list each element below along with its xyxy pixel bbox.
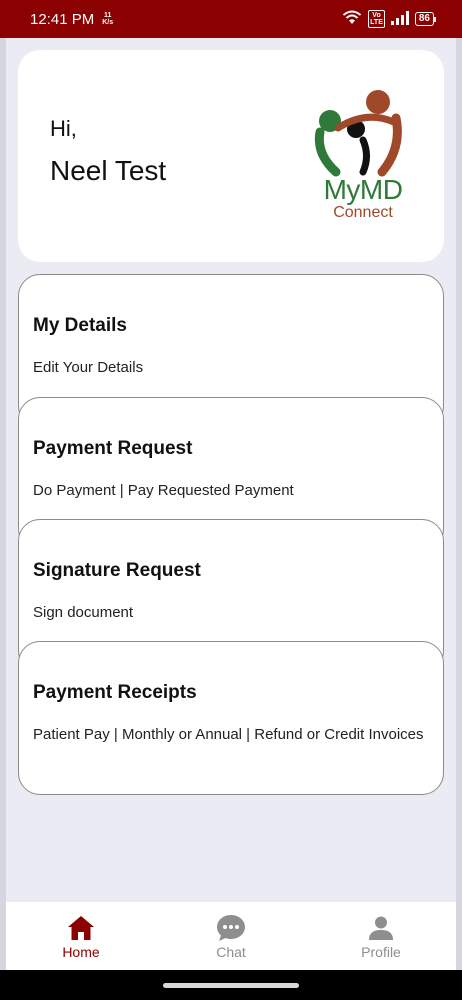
nav-home[interactable]: Home (31, 913, 131, 960)
nav-profile[interactable]: Profile (331, 913, 431, 960)
network-speed-value: 11 (103, 12, 112, 19)
chat-icon (216, 913, 246, 943)
battery-tip (434, 16, 436, 22)
network-speed: 11 K/s (102, 12, 113, 26)
profile-icon (366, 913, 396, 943)
gesture-handle[interactable] (163, 983, 299, 988)
logo-text-main: MyMD (323, 174, 403, 205)
menu-card-subtitle: Edit Your Details (33, 359, 144, 376)
status-bar: 12:41 PM 11 K/s Vo LTE 86 (0, 0, 462, 38)
mymd-connect-logo: MyMD Connect (308, 88, 418, 228)
user-name: Neel Test (50, 155, 167, 186)
volte-top: Vo (372, 12, 381, 19)
nav-profile-label: Profile (361, 943, 401, 960)
bottom-nav: Home Chat Profile (6, 902, 456, 970)
menu-card-subtitle: Sign document (33, 604, 134, 621)
nav-home-label: Home (62, 943, 100, 960)
menu-card-title: Signature Request (33, 560, 201, 581)
header-card: Hi, Neel Test MyMD Connect (18, 50, 444, 262)
nav-chat-label: Chat (216, 943, 246, 960)
status-time: 12:41 PM (30, 10, 95, 28)
logo-figures-icon (314, 90, 402, 177)
signal-icon (390, 10, 409, 29)
battery-level: 86 (414, 12, 434, 26)
home-icon (66, 913, 96, 943)
status-left: 12:41 PM 11 K/s (30, 11, 113, 28)
menu-card-title: My Details (33, 315, 127, 336)
menu-card-subtitle: Patient Pay | Monthly or Annual | Refund… (33, 726, 424, 743)
battery-icon: 86 (414, 12, 436, 26)
network-speed-unit: K/s (102, 19, 114, 26)
volte-icon: Vo LTE (368, 10, 385, 28)
status-right: Vo LTE 86 (342, 10, 436, 29)
volte-bottom: LTE (370, 19, 383, 26)
menu-card-payment-receipts[interactable]: Payment Receipts Patient Pay | Monthly o… (18, 641, 444, 795)
wifi-icon (342, 10, 362, 29)
greeting-text: Hi, (50, 116, 77, 141)
side-border-left (0, 38, 6, 970)
logo-text-sub: Connect (333, 204, 393, 221)
menu-card-title: Payment Request (33, 438, 193, 459)
menu-card-subtitle: Do Payment | Pay Requested Payment (33, 482, 294, 499)
menu-card-title: Payment Receipts (33, 682, 197, 703)
system-navigation-bar (0, 970, 462, 1000)
nav-chat[interactable]: Chat (181, 913, 281, 960)
side-border-right (456, 38, 462, 970)
